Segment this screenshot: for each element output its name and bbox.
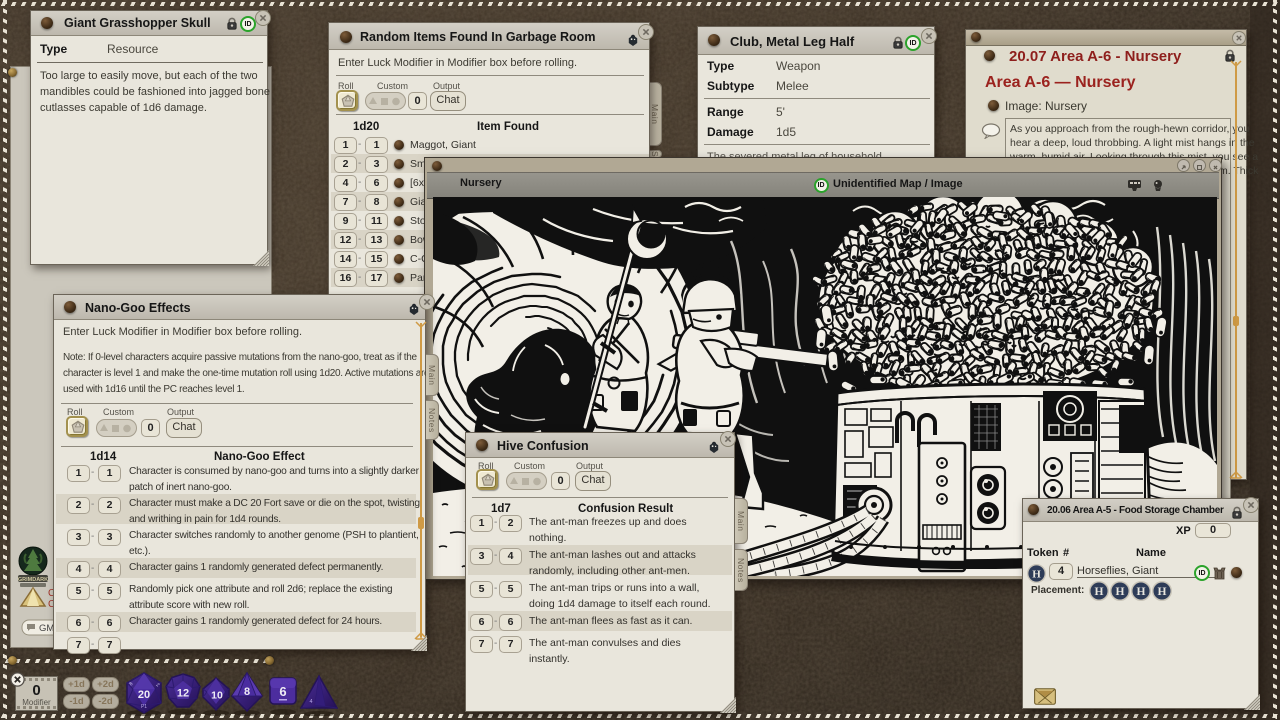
- svg-text:P1: P1: [141, 704, 147, 710]
- svg-text:10: 10: [211, 690, 223, 702]
- svg-text:GRIMDARK: GRIMDARK: [18, 577, 48, 583]
- svg-text:6: 6: [279, 684, 286, 699]
- svg-text:8: 8: [244, 686, 250, 698]
- svg-text:12: 12: [177, 688, 189, 700]
- svg-text:H: H: [1116, 585, 1125, 598]
- svg-text:H: H: [1095, 585, 1104, 598]
- svg-text:H: H: [1158, 585, 1167, 598]
- svg-text:H: H: [1137, 585, 1146, 598]
- svg-text:H: H: [1032, 569, 1041, 581]
- svg-text:20: 20: [138, 689, 150, 701]
- svg-text:4: 4: [309, 699, 312, 705]
